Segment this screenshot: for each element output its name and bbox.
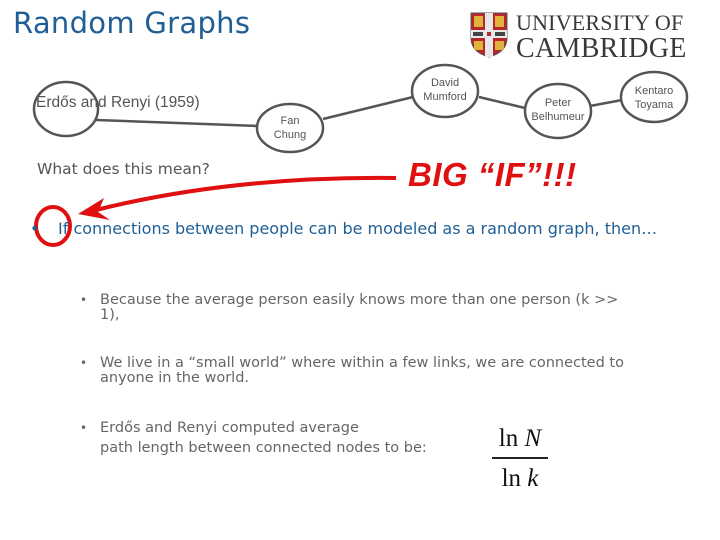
bullet-icon: • <box>30 219 40 238</box>
node-label-david: David Mumford <box>423 77 467 103</box>
erdos-renyi-label: Erdős and Renyi (1959) <box>36 94 200 111</box>
formula-denominator: ln k <box>501 465 539 492</box>
main-bullet: • If connections between people can be m… <box>30 220 690 237</box>
formula-numerator: ln N <box>498 425 542 452</box>
main-bullet-text: If connections between people can be mod… <box>58 219 658 238</box>
bullet-icon: • <box>80 421 88 435</box>
fraction-bar <box>492 457 548 459</box>
node-label-kentaro: Kentaro Toyama <box>634 85 674 111</box>
annotation-arrow-line <box>91 175 397 213</box>
node-label-peter: Peter Belhumeur <box>531 97 585 123</box>
bullet-icon: • <box>80 356 88 370</box>
edge-david-peter <box>478 95 526 110</box>
sub-bullet: • Because the average person easily know… <box>80 292 619 323</box>
node-label-fan: Fan Chung <box>273 115 307 141</box>
big-if-annotation: BIG “IF”!!! <box>408 156 577 193</box>
sub-bullet: • We live in a “small world” where withi… <box>80 355 624 386</box>
sub-bullet: • Erdős and Renyi computed average path … <box>80 420 427 456</box>
edge-fan-david <box>322 95 414 121</box>
bullet-icon: • <box>80 293 88 307</box>
question-text: What does this mean? <box>37 160 210 178</box>
edge-peter-kentaro <box>589 98 623 108</box>
coauthor-graph <box>32 63 689 247</box>
edge-erdos-fan <box>95 118 259 128</box>
path-length-formula: ln N ln k <box>492 425 548 493</box>
